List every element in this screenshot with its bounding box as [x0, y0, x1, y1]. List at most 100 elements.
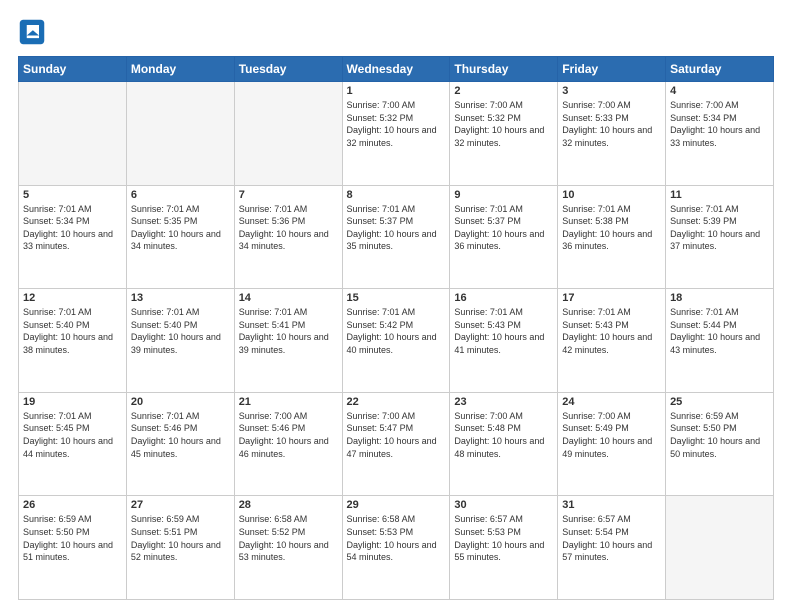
- calendar-week-row: 5 Sunrise: 7:01 AMSunset: 5:34 PMDaylight…: [19, 185, 774, 289]
- day-number: 28: [239, 499, 338, 511]
- day-info: Sunrise: 7:00 AMSunset: 5:46 PMDaylight:…: [239, 410, 338, 460]
- day-info: Sunrise: 6:58 AMSunset: 5:53 PMDaylight:…: [347, 513, 446, 563]
- calendar-cell: 17 Sunrise: 7:01 AMSunset: 5:43 PMDayligh…: [558, 289, 666, 393]
- calendar-cell: 11 Sunrise: 7:01 AMSunset: 5:39 PMDayligh…: [666, 185, 774, 289]
- calendar-cell: 2 Sunrise: 7:00 AMSunset: 5:32 PMDaylight…: [450, 82, 558, 186]
- day-info: Sunrise: 6:59 AMSunset: 5:50 PMDaylight:…: [23, 513, 122, 563]
- day-number: 5: [23, 189, 122, 201]
- day-info: Sunrise: 7:01 AMSunset: 5:37 PMDaylight:…: [347, 203, 446, 253]
- calendar-table: SundayMondayTuesdayWednesdayThursdayFrid…: [18, 56, 774, 600]
- day-number: 31: [562, 499, 661, 511]
- weekday-header: Saturday: [666, 57, 774, 82]
- calendar-cell: 30 Sunrise: 6:57 AMSunset: 5:53 PMDayligh…: [450, 496, 558, 600]
- calendar-cell: 13Sunrise: 7:01 AMSunset: 5:40 PMDayligh…: [126, 289, 234, 393]
- day-number: 3: [562, 85, 661, 97]
- day-info: Sunrise: 7:00 AMSunset: 5:48 PMDaylight:…: [454, 410, 553, 460]
- calendar-cell: 4 Sunrise: 7:00 AMSunset: 5:34 PMDaylight…: [666, 82, 774, 186]
- weekday-header: Thursday: [450, 57, 558, 82]
- day-info: Sunrise: 7:00 AMSunset: 5:34 PMDaylight:…: [670, 99, 769, 149]
- calendar-cell: 15 Sunrise: 7:01 AMSunset: 5:42 PMDayligh…: [342, 289, 450, 393]
- weekday-header: Friday: [558, 57, 666, 82]
- day-number: 1: [347, 85, 446, 97]
- day-number: 18: [670, 292, 769, 304]
- day-info: Sunrise: 7:01 AMSunset: 5:46 PMDaylight:…: [131, 410, 230, 460]
- day-number: 22: [347, 396, 446, 408]
- calendar-cell: 31 Sunrise: 6:57 AMSunset: 5:54 PMDayligh…: [558, 496, 666, 600]
- calendar-cell: 23Sunrise: 7:00 AMSunset: 5:48 PMDayligh…: [450, 392, 558, 496]
- day-number: 2: [454, 85, 553, 97]
- day-number: 26: [23, 499, 122, 511]
- calendar-week-row: 12Sunrise: 7:01 AMSunset: 5:40 PMDayligh…: [19, 289, 774, 393]
- day-info: Sunrise: 7:00 AMSunset: 5:47 PMDaylight:…: [347, 410, 446, 460]
- calendar-cell: 18 Sunrise: 7:01 AMSunset: 5:44 PMDayligh…: [666, 289, 774, 393]
- day-info: Sunrise: 7:01 AMSunset: 5:45 PMDaylight:…: [23, 410, 122, 460]
- calendar-week-row: 1 Sunrise: 7:00 AMSunset: 5:32 PMDaylight…: [19, 82, 774, 186]
- calendar-cell: 8Sunrise: 7:01 AMSunset: 5:37 PMDaylight…: [342, 185, 450, 289]
- weekday-header: Tuesday: [234, 57, 342, 82]
- day-info: Sunrise: 7:01 AMSunset: 5:41 PMDaylight:…: [239, 306, 338, 356]
- day-info: Sunrise: 7:01 AMSunset: 5:39 PMDaylight:…: [670, 203, 769, 253]
- calendar-cell: [19, 82, 127, 186]
- calendar-cell: 21 Sunrise: 7:00 AMSunset: 5:46 PMDayligh…: [234, 392, 342, 496]
- logo-icon: [18, 18, 46, 46]
- day-number: 13: [131, 292, 230, 304]
- day-info: Sunrise: 7:01 AMSunset: 5:42 PMDaylight:…: [347, 306, 446, 356]
- calendar-cell: 29Sunrise: 6:58 AMSunset: 5:53 PMDayligh…: [342, 496, 450, 600]
- calendar-cell: 14 Sunrise: 7:01 AMSunset: 5:41 PMDayligh…: [234, 289, 342, 393]
- day-number: 30: [454, 499, 553, 511]
- day-info: Sunrise: 7:01 AMSunset: 5:35 PMDaylight:…: [131, 203, 230, 253]
- day-number: 17: [562, 292, 661, 304]
- day-info: Sunrise: 7:01 AMSunset: 5:43 PMDaylight:…: [562, 306, 661, 356]
- day-number: 27: [131, 499, 230, 511]
- day-number: 9: [454, 189, 553, 201]
- day-info: Sunrise: 7:01 AMSunset: 5:44 PMDaylight:…: [670, 306, 769, 356]
- day-info: Sunrise: 7:01 AMSunset: 5:38 PMDaylight:…: [562, 203, 661, 253]
- calendar-cell: 1Sunrise: 7:00 AMSunset: 5:32 PMDaylight…: [342, 82, 450, 186]
- day-info: Sunrise: 6:57 AMSunset: 5:53 PMDaylight:…: [454, 513, 553, 563]
- day-info: Sunrise: 7:01 AMSunset: 5:36 PMDaylight:…: [239, 203, 338, 253]
- calendar-cell: [666, 496, 774, 600]
- day-info: Sunrise: 6:57 AMSunset: 5:54 PMDaylight:…: [562, 513, 661, 563]
- day-info: Sunrise: 7:01 AMSunset: 5:34 PMDaylight:…: [23, 203, 122, 253]
- day-number: 12: [23, 292, 122, 304]
- calendar-cell: 16 Sunrise: 7:01 AMSunset: 5:43 PMDayligh…: [450, 289, 558, 393]
- day-number: 21: [239, 396, 338, 408]
- calendar-cell: 20 Sunrise: 7:01 AMSunset: 5:46 PMDayligh…: [126, 392, 234, 496]
- page: SundayMondayTuesdayWednesdayThursdayFrid…: [0, 0, 792, 612]
- day-number: 20: [131, 396, 230, 408]
- calendar-cell: 3 Sunrise: 7:00 AMSunset: 5:33 PMDaylight…: [558, 82, 666, 186]
- weekday-header: Sunday: [19, 57, 127, 82]
- calendar-cell: 10 Sunrise: 7:01 AMSunset: 5:38 PMDayligh…: [558, 185, 666, 289]
- weekday-header: Wednesday: [342, 57, 450, 82]
- day-number: 11: [670, 189, 769, 201]
- weekday-header-row: SundayMondayTuesdayWednesdayThursdayFrid…: [19, 57, 774, 82]
- day-info: Sunrise: 6:58 AMSunset: 5:52 PMDaylight:…: [239, 513, 338, 563]
- day-number: 7: [239, 189, 338, 201]
- calendar-cell: 6 Sunrise: 7:01 AMSunset: 5:35 PMDaylight…: [126, 185, 234, 289]
- day-number: 6: [131, 189, 230, 201]
- day-number: 24: [562, 396, 661, 408]
- calendar-week-row: 26 Sunrise: 6:59 AMSunset: 5:50 PMDayligh…: [19, 496, 774, 600]
- day-info: Sunrise: 7:00 AMSunset: 5:49 PMDaylight:…: [562, 410, 661, 460]
- calendar-cell: 24 Sunrise: 7:00 AMSunset: 5:49 PMDayligh…: [558, 392, 666, 496]
- day-number: 14: [239, 292, 338, 304]
- day-info: Sunrise: 7:00 AMSunset: 5:32 PMDaylight:…: [454, 99, 553, 149]
- day-number: 4: [670, 85, 769, 97]
- calendar-cell: [234, 82, 342, 186]
- day-number: 19: [23, 396, 122, 408]
- calendar-cell: 7 Sunrise: 7:01 AMSunset: 5:36 PMDaylight…: [234, 185, 342, 289]
- calendar-cell: 26 Sunrise: 6:59 AMSunset: 5:50 PMDayligh…: [19, 496, 127, 600]
- day-info: Sunrise: 7:00 AMSunset: 5:33 PMDaylight:…: [562, 99, 661, 149]
- day-info: Sunrise: 7:01 AMSunset: 5:37 PMDaylight:…: [454, 203, 553, 253]
- day-info: Sunrise: 7:01 AMSunset: 5:43 PMDaylight:…: [454, 306, 553, 356]
- day-number: 16: [454, 292, 553, 304]
- calendar-cell: 9 Sunrise: 7:01 AMSunset: 5:37 PMDaylight…: [450, 185, 558, 289]
- day-info: Sunrise: 6:59 AMSunset: 5:51 PMDaylight:…: [131, 513, 230, 563]
- day-number: 15: [347, 292, 446, 304]
- calendar-cell: 27 Sunrise: 6:59 AMSunset: 5:51 PMDayligh…: [126, 496, 234, 600]
- day-number: 10: [562, 189, 661, 201]
- calendar-cell: 12Sunrise: 7:01 AMSunset: 5:40 PMDayligh…: [19, 289, 127, 393]
- calendar-week-row: 19 Sunrise: 7:01 AMSunset: 5:45 PMDayligh…: [19, 392, 774, 496]
- calendar-cell: 25Sunrise: 6:59 AMSunset: 5:50 PMDayligh…: [666, 392, 774, 496]
- logo: [18, 18, 50, 46]
